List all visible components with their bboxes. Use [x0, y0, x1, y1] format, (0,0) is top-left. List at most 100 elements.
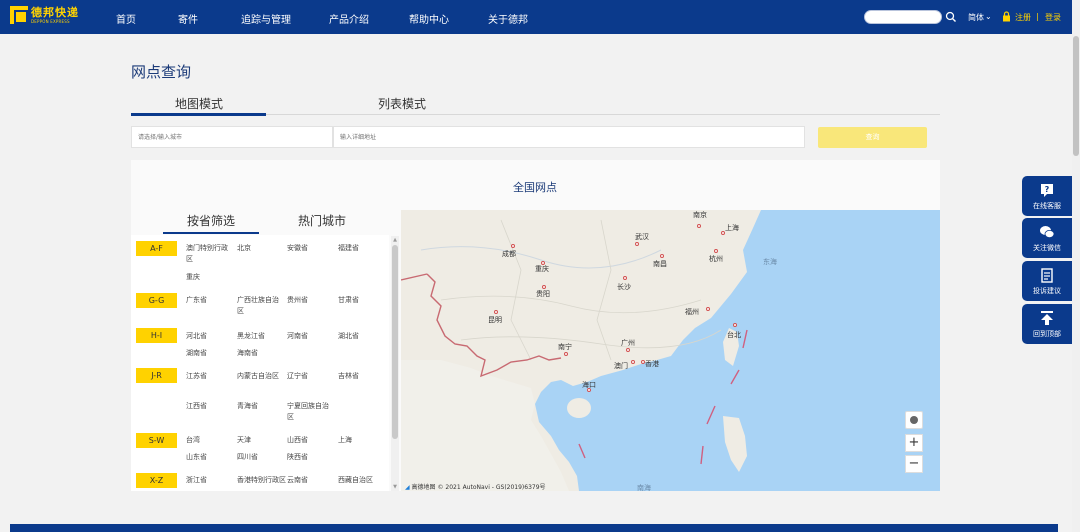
province-item[interactable]: 山东省	[186, 452, 207, 463]
province-item[interactable]: 内蒙古自治区	[237, 371, 282, 382]
follow-wechat-label: 关注微信	[1033, 244, 1061, 252]
complaint-button[interactable]: 投诉建议	[1022, 261, 1072, 301]
province-item[interactable]: 河南省	[287, 331, 308, 342]
city-marker[interactable]	[631, 360, 635, 364]
nav-home[interactable]: 首页	[116, 11, 136, 26]
back-to-top-label: 回到顶部	[1033, 330, 1061, 338]
header-search-input[interactable]	[864, 10, 942, 24]
tab-map-mode[interactable]: 地图模式	[175, 95, 223, 112]
city-label: 长沙	[617, 283, 631, 291]
tab-hot-cities[interactable]: 热门城市	[298, 212, 346, 229]
city-marker[interactable]	[697, 224, 701, 228]
province-item[interactable]: 安徽省	[287, 243, 308, 254]
city-marker[interactable]	[714, 249, 718, 253]
city-label: 南京	[693, 211, 707, 219]
scroll-up-arrow-icon[interactable]: ▲	[392, 237, 398, 243]
province-list-scroll-thumb[interactable]	[392, 245, 398, 439]
city-marker[interactable]	[623, 276, 627, 280]
zoom-out-button[interactable]: −	[905, 455, 923, 473]
deppon-logo[interactable]: 德邦快递 DEPPON EXPRESS	[10, 6, 79, 24]
province-item[interactable]: 浙江省	[186, 475, 207, 486]
province-item[interactable]: 山西省	[287, 435, 308, 446]
city-label: 重庆	[535, 265, 549, 273]
region-badge-s-w[interactable]: S-W	[136, 433, 177, 448]
city-marker[interactable]	[564, 352, 568, 356]
search-icon[interactable]	[945, 11, 957, 23]
province-item[interactable]: 上海	[338, 435, 352, 446]
nav-tracking[interactable]: 追踪与管理	[241, 11, 291, 26]
nav-help[interactable]: 帮助中心	[409, 11, 449, 26]
province-item[interactable]: 吉林省	[338, 371, 359, 382]
province-item[interactable]: 福建省	[338, 243, 359, 254]
province-tab-indicator	[163, 232, 259, 234]
province-item[interactable]: 重庆	[186, 272, 200, 283]
city-marker[interactable]	[706, 307, 710, 311]
city-label: 澳门	[614, 362, 628, 370]
city-marker[interactable]	[660, 254, 664, 258]
region-badge-j-r[interactable]: J-R	[136, 368, 177, 383]
scroll-down-arrow-icon[interactable]: ▼	[392, 484, 398, 490]
register-link[interactable]: 注册	[1015, 12, 1031, 23]
province-item[interactable]: 西藏自治区	[338, 475, 373, 486]
province-item[interactable]: 北京	[237, 243, 251, 254]
province-item[interactable]: 海南省	[237, 348, 258, 359]
province-item[interactable]: 广东省	[186, 295, 207, 306]
tab-by-province[interactable]: 按省筛选	[187, 212, 235, 229]
map-canvas[interactable]	[401, 210, 940, 491]
nav-about[interactable]: 关于德邦	[488, 11, 528, 26]
city-marker[interactable]	[494, 310, 498, 314]
locate-button[interactable]	[905, 411, 923, 429]
region-badge-g-g[interactable]: G-G	[136, 293, 177, 308]
city-marker[interactable]	[733, 323, 737, 327]
query-button[interactable]: 查询	[818, 127, 927, 148]
follow-wechat-button[interactable]: 关注微信	[1022, 218, 1072, 258]
city-label: 昆明	[488, 316, 502, 324]
province-item[interactable]: 天津	[237, 435, 251, 446]
city-marker[interactable]	[511, 244, 515, 248]
city-input[interactable]	[131, 126, 333, 148]
region-badge-a-f[interactable]: A-F	[136, 241, 177, 256]
province-item[interactable]: 辽宁省	[287, 371, 308, 382]
province-item[interactable]: 四川省	[237, 452, 258, 463]
back-to-top-button[interactable]: 回到顶部	[1022, 304, 1072, 344]
region-badge-h-i[interactable]: H-I	[136, 328, 177, 343]
nav-products[interactable]: 产品介绍	[329, 11, 369, 26]
province-item[interactable]: 香港特别行政区	[237, 475, 286, 486]
arrow-up-icon	[1041, 311, 1053, 325]
page-scroll-thumb[interactable]	[1073, 36, 1079, 156]
province-item[interactable]: 宁夏回族自治区	[287, 401, 333, 423]
city-marker[interactable]	[635, 242, 639, 246]
province-item[interactable]: 青海省	[237, 401, 258, 412]
province-item[interactable]: 江苏省	[186, 371, 207, 382]
province-item[interactable]: 湖北省	[338, 331, 359, 342]
outlet-map[interactable]: 南京 上海 武汉 成都 杭州 重庆 南昌 长沙 贵阳 福州 昆明 台北 广州 南…	[401, 210, 940, 491]
sea-label: 南海	[637, 484, 651, 491]
amap-logo-icon: ◢	[405, 484, 410, 491]
logo-chinese-text: 德邦快递	[31, 5, 79, 19]
online-service-button[interactable]: ? 在线客服	[1022, 176, 1072, 216]
province-item[interactable]: 甘肃省	[338, 295, 359, 306]
login-link[interactable]: 登录	[1045, 12, 1061, 23]
province-item[interactable]: 河北省	[186, 331, 207, 342]
city-label: 台北	[727, 331, 741, 339]
clipboard-icon	[1041, 268, 1053, 283]
province-item[interactable]: 广西壮族自治区	[237, 295, 280, 317]
city-label: 上海	[725, 224, 739, 232]
province-item[interactable]: 陕西省	[287, 452, 308, 463]
zoom-in-button[interactable]: +	[905, 434, 923, 452]
province-item[interactable]: 贵州省	[287, 295, 308, 306]
region-badge-x-z[interactable]: X-Z	[136, 473, 177, 488]
language-selector[interactable]: 简体	[968, 12, 984, 23]
address-input[interactable]	[333, 126, 805, 148]
province-item[interactable]: 黑龙江省	[237, 331, 265, 342]
province-item[interactable]: 台湾	[186, 435, 200, 446]
chevron-down-icon[interactable]: ⌄	[985, 12, 992, 21]
page-title: 网点查询	[131, 63, 192, 81]
province-item[interactable]: 澳门特别行政区	[186, 243, 232, 265]
province-item[interactable]: 湖南省	[186, 348, 207, 359]
city-marker[interactable]	[626, 348, 630, 352]
tab-list-mode[interactable]: 列表模式	[378, 95, 426, 112]
province-item[interactable]: 云南省	[287, 475, 308, 486]
nav-send[interactable]: 寄件	[178, 11, 198, 26]
province-item[interactable]: 江西省	[186, 401, 207, 412]
